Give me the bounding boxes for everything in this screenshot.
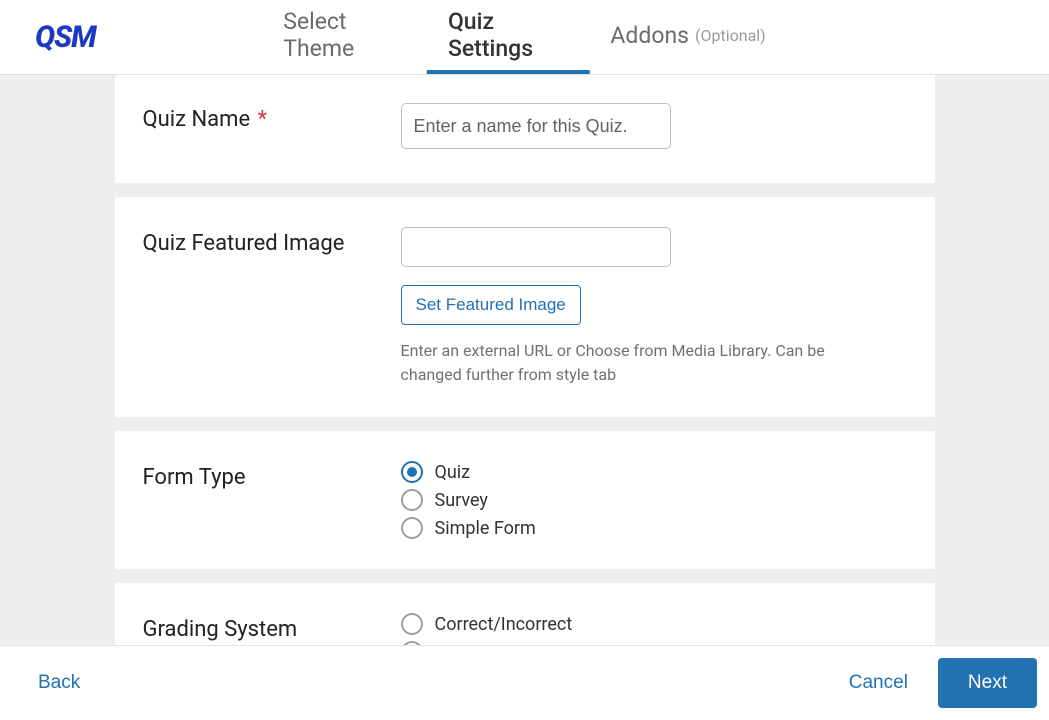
tab-quiz-settings[interactable]: Quiz Settings bbox=[427, 0, 589, 74]
radio-icon bbox=[401, 461, 423, 483]
field-label: Form Type bbox=[143, 461, 401, 539]
field-label: Grading System bbox=[143, 613, 401, 645]
cancel-button[interactable]: Cancel bbox=[849, 672, 908, 694]
quiz-name-label: Quiz Name bbox=[143, 107, 251, 132]
radio-icon bbox=[401, 489, 423, 511]
tab-label: Quiz Settings bbox=[448, 8, 568, 62]
form-type-option-quiz[interactable]: Quiz bbox=[401, 461, 907, 483]
next-button[interactable]: Next bbox=[938, 658, 1037, 708]
field-label: Quiz Name * bbox=[143, 103, 401, 153]
field-body bbox=[401, 103, 907, 153]
form-type-option-survey[interactable]: Survey bbox=[401, 489, 907, 511]
field-body: Set Featured Image Enter an external URL… bbox=[401, 227, 907, 387]
card-quiz-name: Quiz Name * bbox=[115, 75, 935, 183]
radio-label: Correct/Incorrect bbox=[435, 614, 573, 635]
radio-icon bbox=[401, 613, 423, 635]
radio-label: Simple Form bbox=[435, 518, 536, 539]
quiz-name-input[interactable] bbox=[401, 103, 671, 149]
featured-image-input[interactable] bbox=[401, 227, 671, 267]
grading-option-correct-incorrect[interactable]: Correct/Incorrect bbox=[401, 613, 907, 635]
set-featured-image-button[interactable]: Set Featured Image bbox=[401, 285, 581, 325]
form-type-option-simple-form[interactable]: Simple Form bbox=[401, 517, 907, 539]
tab-strip: Select Theme Quiz Settings Addons (Optio… bbox=[262, 0, 787, 74]
brand-logo: QSM bbox=[35, 20, 96, 55]
form-type-label: Form Type bbox=[143, 465, 246, 490]
required-mark: * bbox=[258, 107, 267, 132]
tab-label: Addons bbox=[610, 22, 689, 49]
grading-system-radio-group: Correct/Incorrect Points Both bbox=[401, 613, 907, 645]
tab-optional-badge: (Optional) bbox=[695, 26, 766, 45]
featured-image-help-text: Enter an external URL or Choose from Med… bbox=[401, 339, 871, 387]
tab-select-theme[interactable]: Select Theme bbox=[262, 0, 427, 74]
header-bar: QSM Select Theme Quiz Settings Addons (O… bbox=[0, 0, 1049, 75]
tab-label: Select Theme bbox=[283, 8, 406, 62]
radio-icon bbox=[401, 517, 423, 539]
field-label: Quiz Featured Image bbox=[143, 227, 401, 387]
footer-right-group: Cancel Next bbox=[849, 658, 1037, 708]
grading-system-label: Grading System bbox=[143, 617, 298, 642]
radio-label: Quiz bbox=[435, 462, 471, 483]
tab-addons[interactable]: Addons (Optional) bbox=[589, 0, 786, 74]
featured-image-label: Quiz Featured Image bbox=[143, 231, 345, 256]
content-scroll[interactable]: Quiz Name * Quiz Featured Image Set Feat… bbox=[0, 75, 1049, 645]
card-form-type: Form Type Quiz Survey Simple Form bbox=[115, 431, 935, 569]
card-featured-image: Quiz Featured Image Set Featured Image E… bbox=[115, 197, 935, 417]
footer-bar: Back Cancel Next bbox=[0, 645, 1049, 720]
form-type-radio-group: Quiz Survey Simple Form bbox=[401, 461, 907, 539]
radio-label: Survey bbox=[435, 490, 488, 511]
back-button[interactable]: Back bbox=[38, 672, 80, 694]
card-grading-system: Grading System Correct/Incorrect Points … bbox=[115, 583, 935, 645]
